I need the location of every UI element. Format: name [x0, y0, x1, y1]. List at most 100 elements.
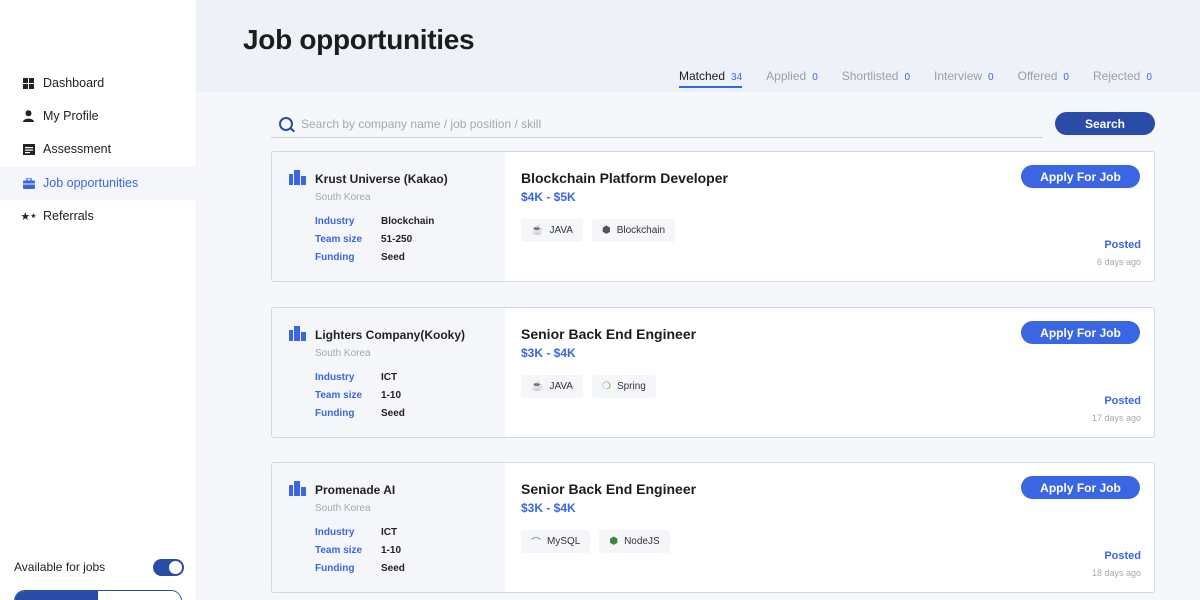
- tab-label: Rejected: [1092, 69, 1141, 83]
- meta-value: Blockchain: [381, 216, 435, 227]
- segment-unselected[interactable]: [98, 591, 181, 600]
- team-size-row: Team size 1-10: [315, 545, 401, 556]
- availability-label: Available for jobs: [14, 560, 106, 574]
- job-title[interactable]: Senior Back End Engineer: [521, 326, 696, 342]
- main-content: Job opportunities Matched 34 Applied 0 Sho…: [197, 0, 1200, 600]
- search-button[interactable]: Search: [1055, 112, 1155, 135]
- company-name: Promenade AI: [315, 483, 396, 497]
- tab-shortlisted[interactable]: Shortlisted 0: [842, 68, 910, 88]
- sidebar-item-label: Job opportunities: [43, 176, 139, 190]
- tab-matched[interactable]: Matched 34: [679, 68, 743, 88]
- spring-icon: ❍: [601, 381, 611, 392]
- tab-label: Matched: [679, 69, 726, 83]
- skill-label: NodeJS: [624, 536, 660, 547]
- meta-key: Funding: [315, 252, 355, 263]
- sidebar-item-label: My Profile: [43, 109, 99, 123]
- posted-label: Posted: [1104, 550, 1141, 562]
- availability-row: Available for jobs: [14, 557, 184, 577]
- job-title[interactable]: Blockchain Platform Developer: [521, 170, 728, 186]
- meta-key: Funding: [315, 408, 355, 419]
- nodejs-icon: ⬢: [609, 536, 619, 547]
- tab-count: 0: [1063, 72, 1069, 83]
- skill-chips: ⌒ MySQL ⬢ NodeJS: [521, 530, 679, 553]
- sidebar-item-dashboard[interactable]: Dashboard: [0, 66, 197, 100]
- meta-key: Funding: [315, 563, 355, 574]
- team-size-row: Team size 51-250: [315, 234, 412, 245]
- building-icon: [289, 170, 306, 185]
- meta-key: Industry: [315, 372, 355, 383]
- meta-key: Industry: [315, 216, 355, 227]
- sidebar-item-label: Assessment: [43, 142, 112, 156]
- search-icon: [279, 116, 293, 131]
- skill-chip: ⬢ NodeJS: [599, 530, 670, 553]
- company-name: Krust Universe (Kakao): [315, 172, 448, 186]
- salary-range: $3K - $4K: [521, 346, 576, 360]
- industry-row: Industry ICT: [315, 527, 397, 538]
- sidebar-item-job-opportunities[interactable]: Job opportunities: [0, 166, 197, 200]
- company-country: South Korea: [315, 348, 371, 359]
- meta-value: 1-10: [381, 545, 402, 556]
- meta-value: 1-10: [381, 390, 402, 401]
- posted-time: 6 days ago: [1096, 257, 1141, 267]
- search-input[interactable]: [301, 116, 1021, 131]
- blockchain-icon: ⬢: [601, 225, 611, 236]
- tab-count: 0: [1146, 72, 1152, 83]
- tab-count: 34: [731, 72, 743, 83]
- skill-chip: ❍ Spring: [591, 375, 656, 398]
- apply-button[interactable]: Apply For Job: [1021, 476, 1140, 499]
- stars-icon: ★ ★: [20, 210, 37, 223]
- sidebar-item-label: Referrals: [43, 209, 94, 223]
- company-name: Lighters Company(Kooky): [315, 328, 466, 342]
- apply-button[interactable]: Apply For Job: [1021, 165, 1140, 188]
- briefcase-icon: [22, 177, 35, 190]
- availability-toggle[interactable]: [153, 558, 184, 576]
- job-card: Lighters Company(Kooky) South Korea Indu…: [271, 307, 1155, 438]
- company-panel: Lighters Company(Kooky) South Korea Indu…: [272, 308, 505, 437]
- skill-chips: ☕ JAVA ❍ Spring: [521, 375, 665, 398]
- tab-applied[interactable]: Applied 0: [766, 68, 818, 88]
- skill-chips: ☕ JAVA ⬢ Blockchain: [521, 219, 684, 242]
- posted-label: Posted: [1104, 395, 1141, 407]
- meta-key: Team size: [315, 545, 363, 556]
- meta-value: ICT: [381, 372, 398, 383]
- java-icon: ☕: [531, 225, 544, 236]
- mysql-icon: ⌒: [531, 538, 541, 549]
- tab-interview[interactable]: Interview 0: [934, 68, 994, 88]
- funding-row: Funding Seed: [315, 408, 405, 419]
- sidebar-item-my-profile[interactable]: My Profile: [0, 99, 197, 133]
- meta-value: 51-250: [381, 234, 413, 245]
- tab-rejected[interactable]: Rejected 0: [1093, 68, 1152, 88]
- status-tabs: Matched 34 Applied 0 Shortlisted 0 Intervie…: [679, 68, 1176, 88]
- meta-value: ICT: [381, 527, 398, 538]
- meta-key: Team size: [315, 234, 363, 245]
- skill-chip: ⬢ Blockchain: [591, 219, 676, 242]
- posted-label: Posted: [1104, 239, 1141, 251]
- company-country: South Korea: [315, 192, 371, 203]
- job-title[interactable]: Senior Back End Engineer: [521, 481, 696, 497]
- segment-selected[interactable]: [15, 591, 98, 600]
- java-icon: ☕: [531, 381, 544, 392]
- sidebar: Dashboard My Profile Assessment Job oppo…: [0, 0, 197, 600]
- tab-offered[interactable]: Offered 0: [1018, 68, 1069, 88]
- tab-count: 0: [988, 72, 994, 83]
- job-card: Krust Universe (Kakao) South Korea Indus…: [271, 151, 1155, 282]
- posted-time: 18 days ago: [1091, 568, 1141, 578]
- company-panel: Promenade AI South Korea Industry ICT Tea…: [272, 463, 505, 592]
- skill-chip: ☕ JAVA: [521, 375, 583, 398]
- meta-value: Seed: [381, 408, 405, 419]
- tab-label: Shortlisted: [841, 69, 899, 83]
- apply-button[interactable]: Apply For Job: [1021, 321, 1140, 344]
- tab-label: Applied: [766, 69, 807, 83]
- building-icon: [289, 481, 306, 496]
- sidebar-item-assessment[interactable]: Assessment: [0, 132, 197, 166]
- skill-label: Blockchain: [616, 225, 666, 236]
- dashboard-icon: [22, 77, 35, 90]
- sidebar-item-label: Dashboard: [43, 76, 105, 90]
- meta-value: Seed: [381, 563, 405, 574]
- skill-chip: ⌒ MySQL: [521, 530, 591, 553]
- meta-value: Seed: [381, 252, 405, 263]
- person-icon: [22, 110, 35, 123]
- sidebar-item-referrals[interactable]: ★ ★ Referrals: [0, 199, 197, 233]
- segmented-switch[interactable]: [14, 590, 182, 600]
- skill-label: MySQL: [547, 536, 581, 547]
